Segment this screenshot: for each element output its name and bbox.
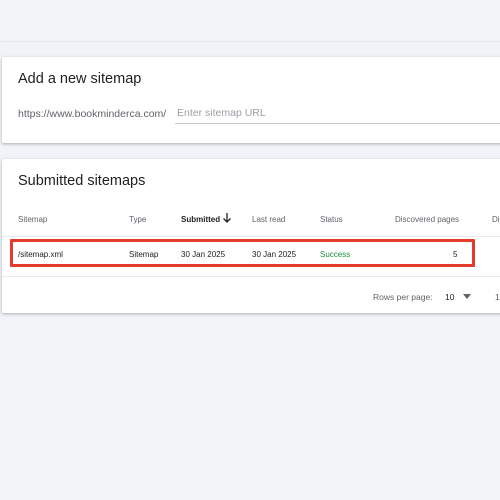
pagination-range: 1 [495,292,500,302]
column-header-status[interactable]: Status [320,215,343,224]
column-header-discovered-pages[interactable]: Discovered pages [395,215,459,224]
sitemap-url-prefix: https://www.bookminderca.com/ [18,108,167,120]
column-header-last-read[interactable]: Last read [252,215,285,224]
rows-per-page-select[interactable]: 10 [445,292,454,302]
row-divider [2,276,500,277]
sitemap-url-input[interactable] [175,103,500,124]
column-header-type[interactable]: Type [129,215,146,224]
rows-per-page-label: Rows per page: [373,292,433,302]
add-sitemap-title: Add a new sitemap [18,71,142,87]
column-header-truncated[interactable]: Di [492,215,500,224]
top-bar [0,0,500,42]
column-header-sitemap[interactable]: Sitemap [18,215,47,224]
header-divider [2,236,500,237]
submitted-sitemaps-title: Submitted sitemaps [18,173,146,189]
add-sitemap-card: Add a new sitemap https://www.bookminder… [2,57,500,143]
caret-down-icon[interactable] [463,294,471,299]
row-highlight-box [10,239,475,267]
column-header-submitted[interactable]: Submitted [181,215,220,224]
arrow-down-icon[interactable] [222,212,232,224]
search-console-sitemaps-page: Add a new sitemap https://www.bookminder… [0,0,500,500]
